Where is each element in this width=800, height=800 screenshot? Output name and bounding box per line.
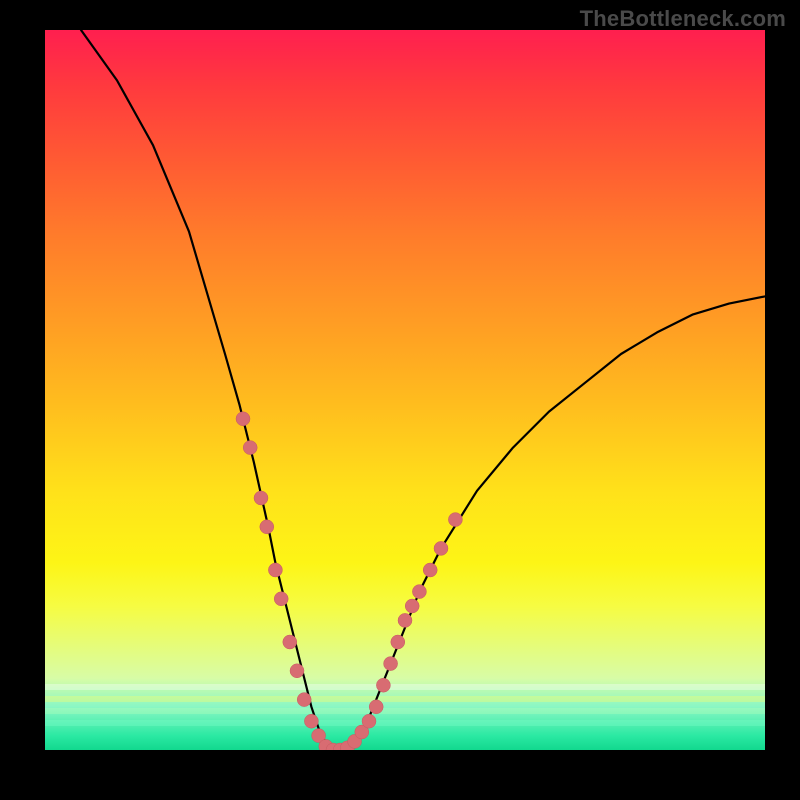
data-marker xyxy=(283,635,297,649)
data-marker xyxy=(434,541,448,555)
watermark-text: TheBottleneck.com xyxy=(580,6,786,32)
data-marker xyxy=(260,520,274,534)
data-marker xyxy=(384,657,398,671)
chart-frame: TheBottleneck.com xyxy=(0,0,800,800)
data-marker xyxy=(297,693,311,707)
data-marker xyxy=(304,714,318,728)
data-marker xyxy=(448,513,462,527)
data-marker xyxy=(412,585,426,599)
bottleneck-curve xyxy=(81,30,765,750)
data-marker xyxy=(254,491,268,505)
data-marker xyxy=(362,714,376,728)
plot-area xyxy=(45,30,765,750)
data-marker xyxy=(376,678,390,692)
data-marker xyxy=(274,592,288,606)
curve-layer xyxy=(45,30,765,750)
data-marker xyxy=(243,441,257,455)
data-marker xyxy=(290,664,304,678)
data-marker xyxy=(236,412,250,426)
data-marker xyxy=(391,635,405,649)
data-marker xyxy=(405,599,419,613)
data-marker xyxy=(423,563,437,577)
data-marker xyxy=(369,700,383,714)
data-marker xyxy=(398,613,412,627)
data-marker xyxy=(268,563,282,577)
